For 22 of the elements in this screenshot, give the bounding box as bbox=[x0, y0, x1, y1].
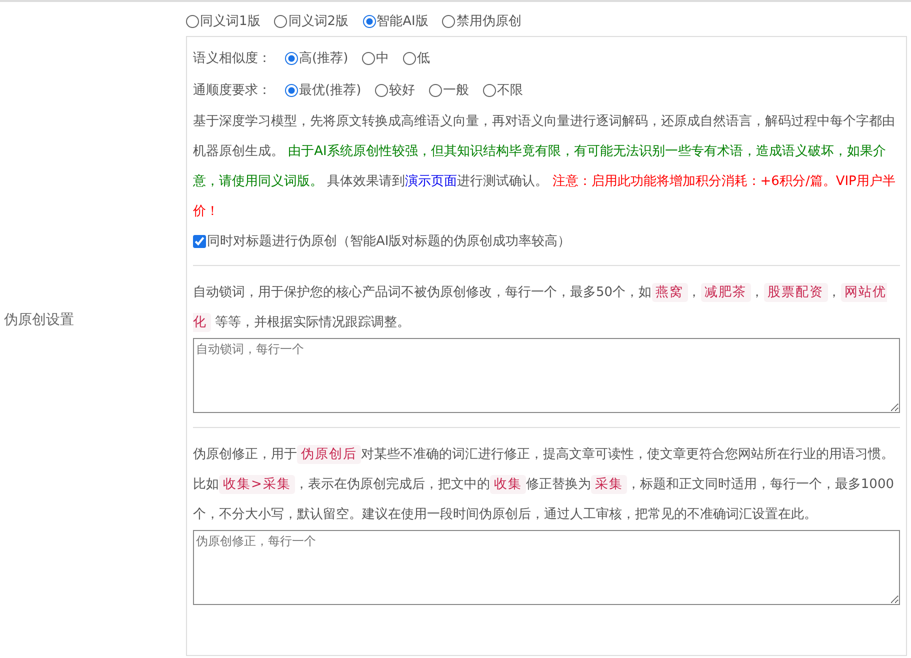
title-checkbox[interactable] bbox=[193, 234, 206, 248]
demo-page-link[interactable]: 演示页面 bbox=[405, 174, 458, 189]
radio-option[interactable]: 低 bbox=[403, 49, 430, 67]
radio-option[interactable]: 中 bbox=[362, 49, 390, 67]
checkbox-label[interactable]: 同时对标题进行伪原创（智能AI版对标题的伪原创成功率较高） bbox=[207, 232, 571, 250]
radio-option[interactable]: 同义词2版 bbox=[274, 12, 349, 30]
radio-option[interactable]: 较好 bbox=[375, 81, 416, 99]
radio-option[interactable]: 不限 bbox=[483, 81, 524, 99]
corrections-field[interactable]: 伪原创修正，每行一个 bbox=[193, 530, 900, 605]
radio-option[interactable]: 禁用伪原创 bbox=[442, 12, 522, 30]
lock-words-field[interactable]: 自动锁词，每行一个 bbox=[193, 338, 900, 413]
radio-option[interactable]: 最优(推荐) bbox=[285, 81, 362, 99]
lock-words-hint: 自动锁词，用于保护您的核心产品词不被伪原创修改，每行一个，最多50个，如 燕窝 ， 减肥茶 ， 股票配资 ， 网站优化 等等，并根据实际情况跟踪调整。 bbox=[193, 282, 888, 334]
section-label: 伪原创设置 bbox=[4, 311, 74, 329]
radio-option[interactable]: 智能AI版 bbox=[362, 12, 428, 30]
radio-option[interactable]: 同义词1版 bbox=[186, 12, 260, 30]
radio-option[interactable]: 高(推荐) bbox=[285, 49, 348, 67]
fluency-label: 通顺度要求： bbox=[193, 82, 271, 99]
radio-option[interactable]: 一般 bbox=[429, 81, 470, 99]
corrections-hint: 伪原创修正，用于 伪原创后 对某些不准确的词汇进行修正，提高文章可读性，使文章更符合您网站所在行业的用语习惯。比如 收集>采集 ，表示在伪原创完成后，把文中的 收集 修正替换为 采集 ，标题和正文同时适用，每行一个，最多1000个，不分大小写，默认留空。建议在使用一段时间伪原创后，通过人工审核，把常见的不准确词汇设置在此。 bbox=[193, 444, 895, 524]
description-text: 基于深度学习模型，先将原文转换成高维语义向量，再对语义向量进行逐词解码，还原成自然语言，解码过程中每个字都由机器原创生成。 由于AI系统原创性较强，但其知识结构毕竟有限，有可能无法识别一些专有术语，造成语义破坏，如果介意，请使用同义词版。 具体效果请到演示页面进行测试确认。 注意：启用此功能将增加积分消耗：+6积分/篇。VIP用户半价！ bbox=[193, 113, 896, 221]
similarity-label: 语义相似度： bbox=[193, 50, 271, 67]
